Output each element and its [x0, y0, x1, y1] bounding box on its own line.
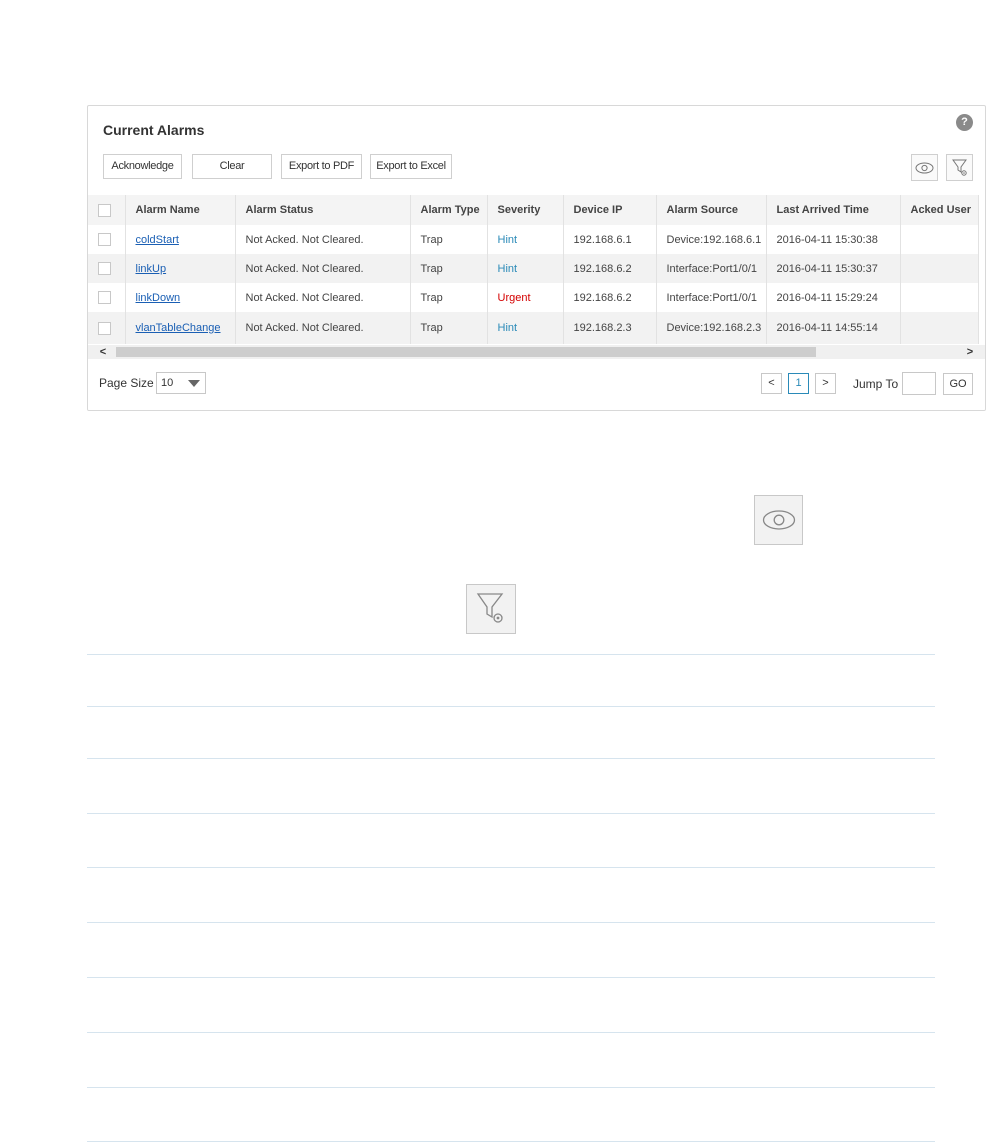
severity-cell: Urgent: [487, 283, 564, 312]
last-arrived-time-cell: 2016-04-11 15:30:38: [766, 225, 901, 254]
divider: [87, 1141, 935, 1142]
prev-page-button[interactable]: <: [761, 373, 782, 394]
scroll-right-arrow[interactable]: >: [963, 345, 977, 359]
alarm-name-cell: linkDown: [125, 283, 236, 312]
alarm-name-link[interactable]: linkUp: [136, 263, 167, 275]
alarm-name-link[interactable]: vlanTableChange: [136, 322, 221, 334]
column-header[interactable]: Acked User: [900, 195, 979, 225]
severity-cell: Hint: [487, 312, 564, 344]
row-select-cell: [88, 312, 126, 344]
filter-settings-icon[interactable]: [946, 154, 973, 181]
last-arrived-time-cell: 2016-04-11 14:55:14: [766, 312, 901, 344]
device-ip-cell: 192.168.6.1: [563, 225, 657, 254]
device-ip-cell: 192.168.2.3: [563, 312, 657, 344]
select-all-cell: [88, 195, 126, 225]
next-page-button[interactable]: >: [815, 373, 836, 394]
alarm-source-cell: Device:192.168.2.3: [656, 312, 767, 344]
alarm-status-cell: Not Acked. Not Cleared.: [235, 225, 411, 254]
export-pdf-button[interactable]: Export to PDF: [281, 154, 362, 179]
acked-user-cell: [900, 283, 979, 312]
table-row[interactable]: linkDown Not Acked. Not Cleared. Trap Ur…: [88, 283, 979, 312]
divider: [87, 758, 935, 759]
divider: [87, 922, 935, 923]
jump-to-input[interactable]: [902, 372, 936, 395]
alarm-type-cell: Trap: [410, 312, 488, 344]
alarm-status-cell: Not Acked. Not Cleared.: [235, 312, 411, 344]
alarm-type-cell: Trap: [410, 283, 488, 312]
table-header-row: Alarm Name Alarm Status Alarm Type Sever…: [88, 195, 979, 225]
acked-user-cell: [900, 225, 979, 254]
row-select-cell: [88, 254, 126, 283]
table-row[interactable]: vlanTableChange Not Acked. Not Cleared. …: [88, 312, 979, 344]
alarm-source-cell: Interface:Port1/0/1: [656, 283, 767, 312]
row-checkbox[interactable]: [98, 262, 111, 275]
column-header[interactable]: Alarm Status: [235, 195, 411, 225]
clear-button[interactable]: Clear: [192, 154, 272, 179]
horizontal-scrollbar[interactable]: < >: [88, 345, 985, 359]
column-header[interactable]: Alarm Type: [410, 195, 488, 225]
divider: [87, 706, 935, 707]
row-checkbox[interactable]: [98, 233, 111, 246]
alarm-type-cell: Trap: [410, 225, 488, 254]
alarm-name-link[interactable]: linkDown: [136, 292, 181, 304]
acknowledge-button[interactable]: Acknowledge: [103, 154, 182, 179]
alarms-table-container: Alarm Name Alarm Status Alarm Type Sever…: [88, 195, 985, 345]
scroll-thumb[interactable]: [116, 347, 816, 357]
page-size-label: Page Size: [99, 376, 154, 390]
page-size-value: 10: [161, 377, 174, 389]
divider: [87, 1087, 935, 1088]
divider: [87, 813, 935, 814]
divider: [87, 654, 935, 655]
last-arrived-time-cell: 2016-04-11 15:30:37: [766, 254, 901, 283]
alarm-source-cell: Device:192.168.6.1: [656, 225, 767, 254]
alarm-source-cell: Interface:Port1/0/1: [656, 254, 767, 283]
column-header[interactable]: Severity: [487, 195, 564, 225]
alarms-table: Alarm Name Alarm Status Alarm Type Sever…: [88, 195, 979, 344]
row-checkbox[interactable]: [98, 291, 111, 304]
device-ip-cell: 192.168.6.2: [563, 283, 657, 312]
panel-title: Current Alarms: [103, 122, 205, 138]
divider: [87, 1032, 935, 1033]
row-checkbox[interactable]: [98, 321, 111, 335]
alarm-type-cell: Trap: [410, 254, 488, 283]
eye-icon[interactable]: [911, 154, 938, 181]
device-ip-cell: 192.168.6.2: [563, 254, 657, 283]
row-select-cell: [88, 225, 126, 254]
severity-cell: Hint: [487, 254, 564, 283]
column-header[interactable]: Last Arrived Time: [766, 195, 901, 225]
alarm-name-link[interactable]: coldStart: [136, 234, 179, 246]
column-header[interactable]: Alarm Name: [125, 195, 236, 225]
pagination-footer: Page Size 10 < 1 > Jump To GO: [88, 359, 985, 410]
select-all-checkbox[interactable]: [98, 203, 111, 217]
current-alarms-panel: Current Alarms ? Acknowledge Clear Expor…: [87, 105, 986, 411]
divider: [87, 977, 935, 978]
filter-settings-icon[interactable]: [466, 584, 516, 634]
divider: [87, 867, 935, 868]
help-icon[interactable]: ?: [956, 114, 973, 131]
last-arrived-time-cell: 2016-04-11 15:29:24: [766, 283, 901, 312]
alarm-status-cell: Not Acked. Not Cleared.: [235, 254, 411, 283]
scroll-left-arrow[interactable]: <: [96, 345, 110, 359]
eye-icon[interactable]: [754, 495, 803, 545]
table-row[interactable]: linkUp Not Acked. Not Cleared. Trap Hint…: [88, 254, 979, 283]
current-page-button[interactable]: 1: [788, 373, 809, 394]
column-header[interactable]: Alarm Source: [656, 195, 767, 225]
column-header[interactable]: Device IP: [563, 195, 657, 225]
table-row[interactable]: coldStart Not Acked. Not Cleared. Trap H…: [88, 225, 979, 254]
chevron-down-icon: [188, 380, 200, 387]
alarm-name-cell: linkUp: [125, 254, 236, 283]
jump-to-label: Jump To: [853, 377, 899, 391]
severity-cell: Hint: [487, 225, 564, 254]
acked-user-cell: [900, 254, 979, 283]
page-size-select[interactable]: 10: [156, 372, 206, 394]
export-excel-button[interactable]: Export to Excel: [370, 154, 452, 179]
acked-user-cell: [900, 312, 979, 344]
alarm-status-cell: Not Acked. Not Cleared.: [235, 283, 411, 312]
go-button[interactable]: GO: [943, 373, 973, 395]
alarm-name-cell: coldStart: [125, 225, 236, 254]
row-select-cell: [88, 283, 126, 312]
alarm-name-cell: vlanTableChange: [125, 312, 236, 344]
